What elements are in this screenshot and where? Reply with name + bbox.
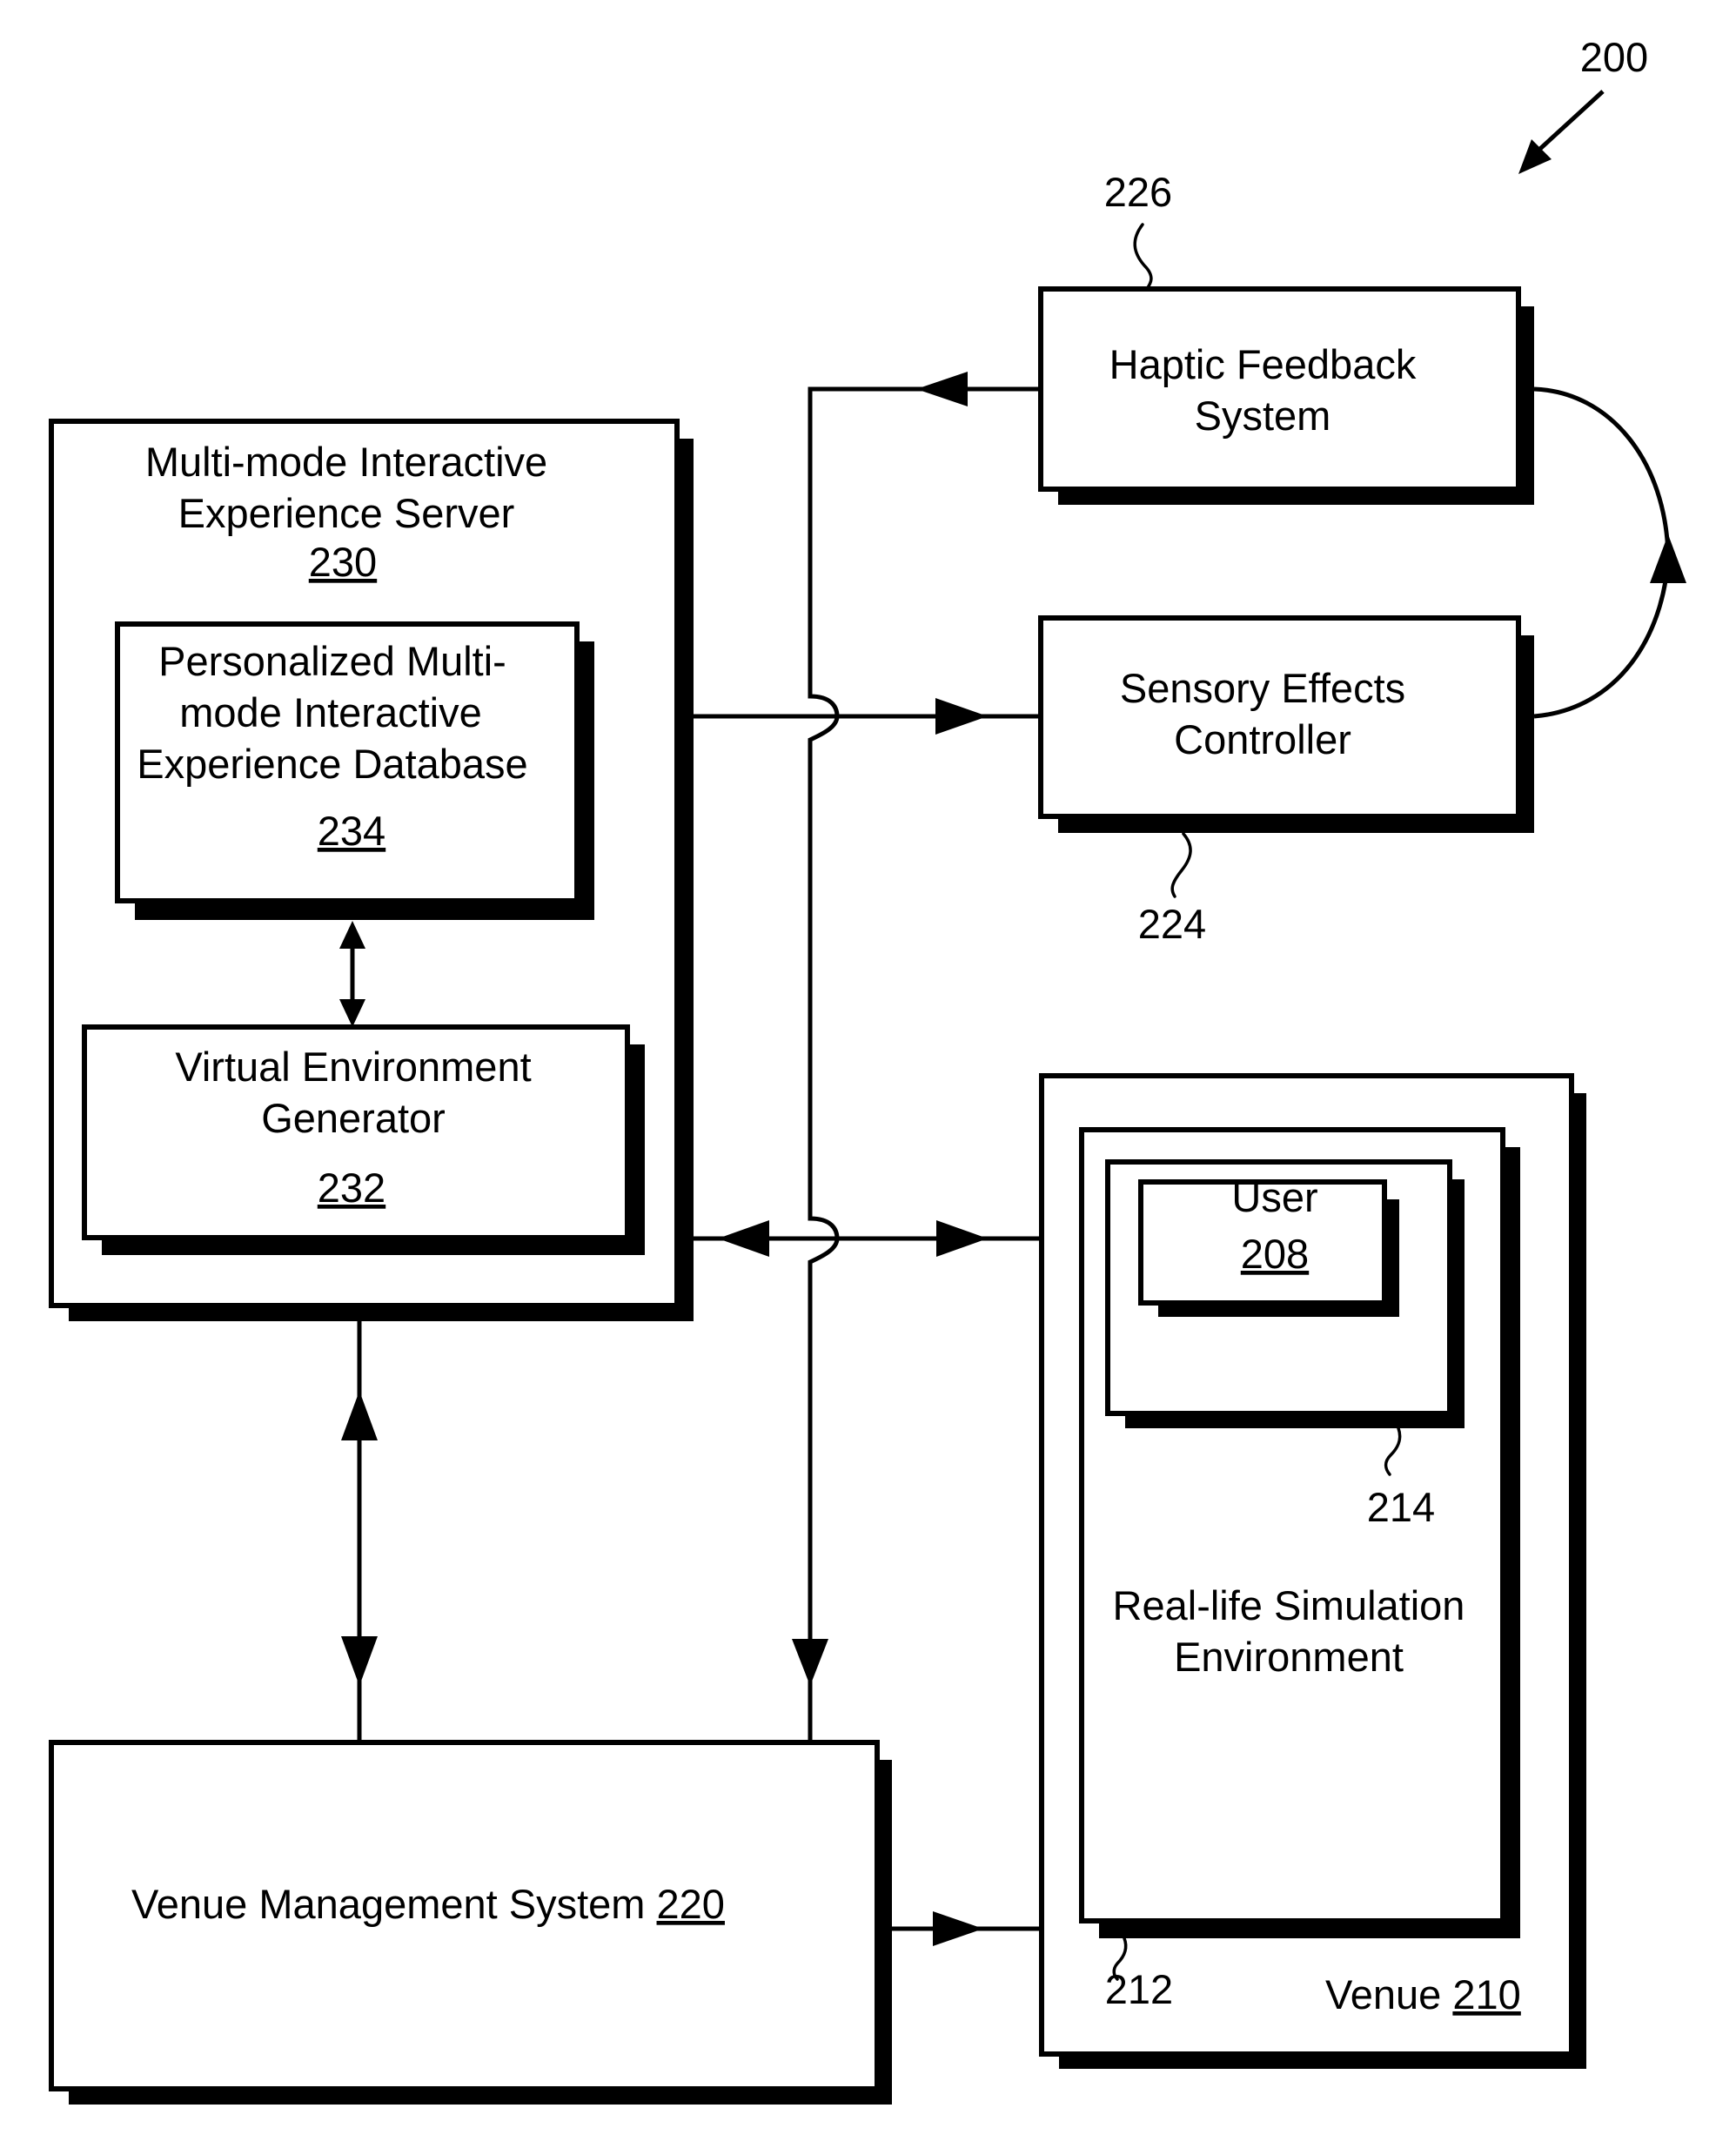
haptic-leader-line bbox=[1133, 223, 1153, 291]
arrowhead-right bbox=[933, 1911, 983, 1946]
sensory-leader-line bbox=[1170, 832, 1192, 898]
vms-ref: 220 bbox=[657, 1881, 725, 1927]
environment-title-line-2: Environment bbox=[1174, 1634, 1404, 1680]
figure-reference: 200 bbox=[1518, 34, 1648, 174]
database-title-line-3: Experience Database bbox=[137, 741, 527, 787]
signal-bus bbox=[808, 386, 1041, 1742]
database-ref: 234 bbox=[318, 808, 385, 854]
environment-title-line-1: Real-life Simulation bbox=[1113, 1582, 1465, 1628]
arrowhead-down bbox=[341, 1636, 378, 1686]
figure-number: 200 bbox=[1580, 34, 1648, 80]
haptic-box[interactable] bbox=[1038, 286, 1521, 492]
experience-server[interactable]: Multi-mode Interactive Experience Server… bbox=[49, 419, 694, 1321]
user[interactable]: User 208 bbox=[1138, 1174, 1399, 1317]
venue[interactable]: Real-life Simulation Environment User 20… bbox=[1039, 1073, 1586, 2069]
sensory-title-line-2: Controller bbox=[1174, 716, 1351, 762]
haptic-title-line-2: System bbox=[1195, 393, 1331, 439]
arrowhead-right bbox=[936, 1220, 988, 1257]
server-vms-link bbox=[341, 1321, 378, 1742]
venue-management-system[interactable]: Venue Management System 220 bbox=[49, 1740, 892, 2105]
sensory-ref: 224 bbox=[1138, 901, 1206, 947]
sensory-title-line-1: Sensory Effects bbox=[1120, 665, 1405, 711]
generator-ref: 232 bbox=[318, 1165, 385, 1211]
vms-venue-link bbox=[892, 1911, 1042, 1946]
sensory-haptic-link bbox=[1533, 386, 1686, 719]
venue-title-text: Venue bbox=[1325, 1971, 1441, 2017]
database-title-line-1: Personalized Multi- bbox=[158, 638, 506, 684]
user-title: User bbox=[1231, 1174, 1317, 1220]
arrowhead-up bbox=[341, 1391, 378, 1440]
server-title-line-1: Multi-mode Interactive bbox=[145, 439, 547, 485]
experience-database[interactable]: Personalized Multi- mode Interactive Exp… bbox=[115, 621, 594, 920]
system-diagram: 200 Multi-mode Interactive Experience Se… bbox=[49, 34, 1686, 2105]
bus-to-vms-arrowhead bbox=[792, 1639, 828, 1686]
figure-pointer-line bbox=[1530, 90, 1605, 158]
haptic-to-bus-arrowhead bbox=[916, 372, 968, 406]
server-ref: 230 bbox=[309, 539, 377, 585]
generator-title-line-2: Generator bbox=[261, 1095, 446, 1141]
haptic-ref: 226 bbox=[1104, 169, 1172, 215]
server-title-line-2: Experience Server bbox=[178, 490, 515, 536]
arrowhead-right bbox=[935, 698, 988, 735]
vms-title-text: Venue Management System bbox=[131, 1881, 645, 1927]
venue-ref: 210 bbox=[1452, 1971, 1520, 2017]
environment-ref: 212 bbox=[1105, 1966, 1173, 2012]
arrowhead-left bbox=[718, 1220, 769, 1257]
arrowhead-up bbox=[1650, 534, 1686, 583]
sensory-effects-controller[interactable]: Sensory Effects Controller 224 bbox=[1038, 615, 1534, 947]
haptic-title-line-1: Haptic Feedback bbox=[1109, 341, 1417, 387]
generator-title-line-1: Virtual Environment bbox=[175, 1044, 531, 1090]
server-sensory-link bbox=[694, 698, 1041, 735]
vms-title: Venue Management System 220 bbox=[131, 1881, 725, 1927]
haptic-feedback-system[interactable]: Haptic Feedback System 226 bbox=[1038, 169, 1534, 505]
virtual-environment-generator[interactable]: Virtual Environment Generator 232 bbox=[82, 1024, 645, 1255]
zone-ref: 214 bbox=[1367, 1484, 1435, 1530]
user-ref: 208 bbox=[1241, 1231, 1309, 1277]
venue-title: Venue 210 bbox=[1325, 1971, 1521, 2017]
database-title-line-2: mode Interactive bbox=[179, 689, 481, 735]
